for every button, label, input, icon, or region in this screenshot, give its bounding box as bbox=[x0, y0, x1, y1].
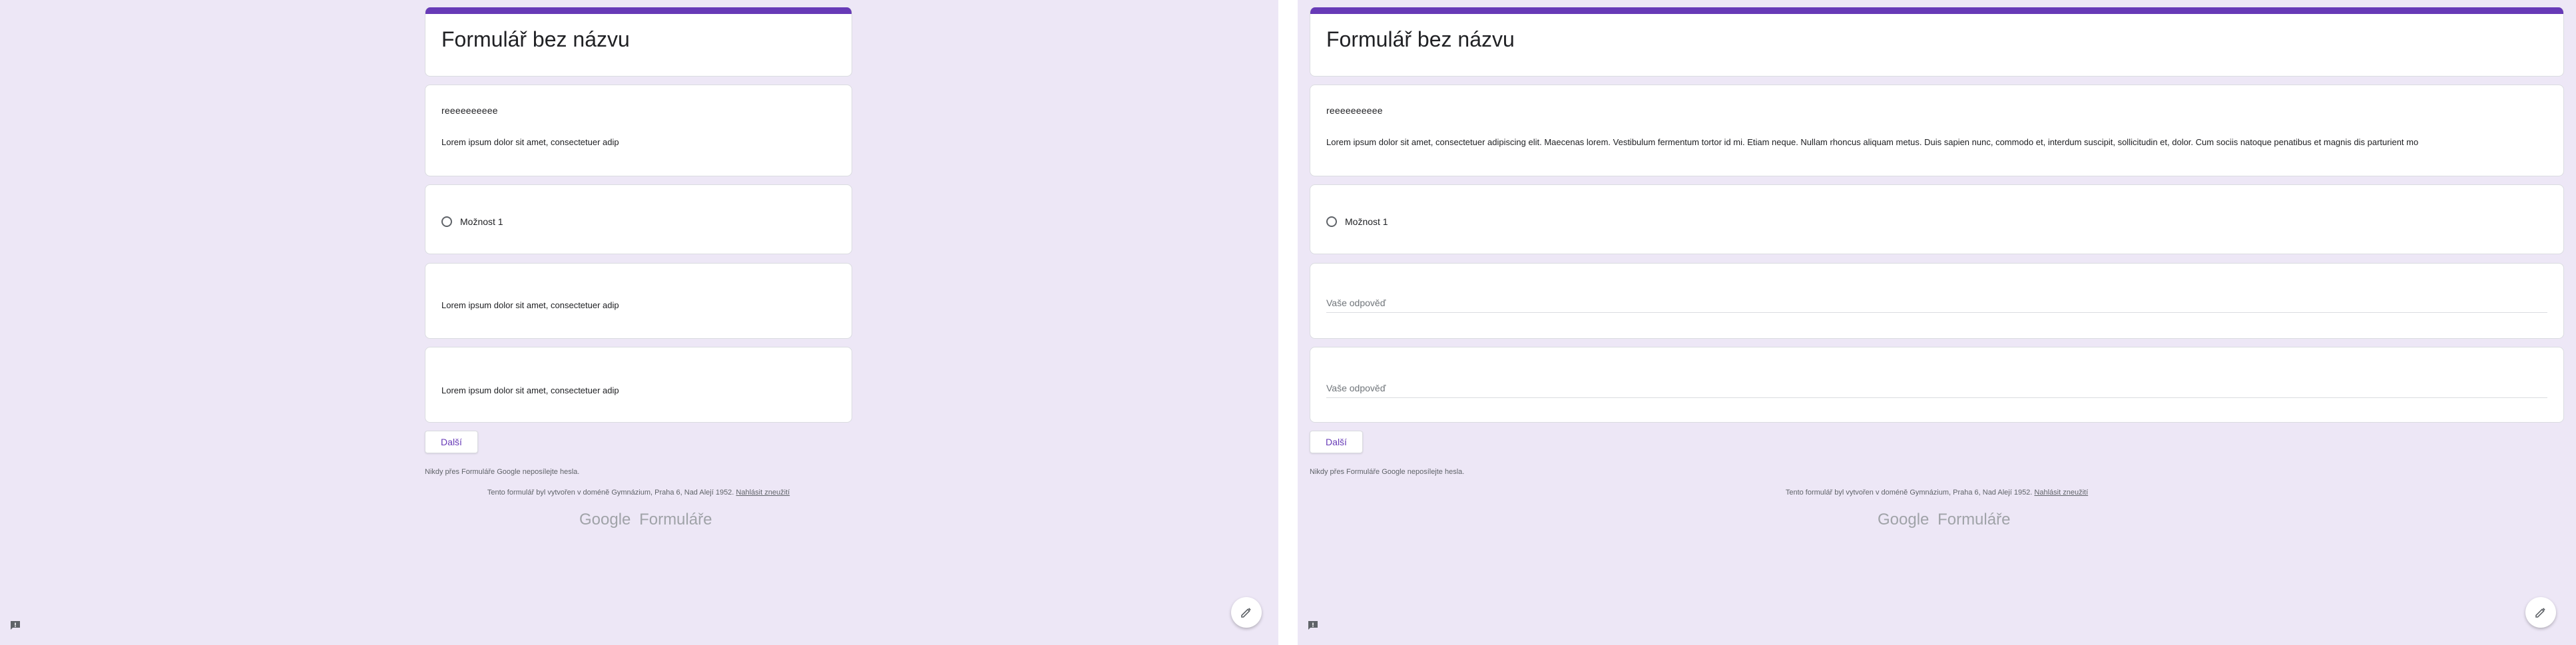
footer-text-line: Tento formulář byl vytvořen v doméně Gym… bbox=[1310, 489, 2564, 497]
google-forms-logo: Google Formuláře bbox=[1878, 511, 2010, 529]
radio-option-1[interactable]: Možnost 1 bbox=[1326, 216, 1388, 227]
edit-fab[interactable] bbox=[2525, 597, 2556, 628]
report-abuse-link[interactable]: Nahlásit zneužití bbox=[2034, 489, 2088, 497]
logo-forms: Formuláře bbox=[639, 511, 712, 529]
form-title-card: Formulář bez názvu bbox=[1310, 7, 2564, 77]
form-title: Formulář bez názvu bbox=[441, 27, 630, 51]
answer-input[interactable] bbox=[1326, 379, 2547, 398]
footer-text-line: Tento formulář byl vytvořen v doméně Gym… bbox=[425, 489, 852, 497]
footer-text: Tento formulář byl vytvořen v doméně Gym… bbox=[1785, 489, 2033, 497]
question-card-description: reeeeeeeeee Lorem ipsum dolor sit amet, … bbox=[1310, 85, 2564, 176]
logo-forms: Formuláře bbox=[1937, 511, 2011, 529]
password-note: Nikdy přes Formuláře Google neposílejte … bbox=[425, 468, 580, 476]
next-button[interactable]: Další bbox=[425, 431, 478, 453]
pencil-icon bbox=[1241, 608, 1251, 618]
password-note: Nikdy přes Formuláře Google neposílejte … bbox=[1310, 468, 1465, 476]
question-card-description: reeeeeeeeee Lorem ipsum dolor sit amet, … bbox=[425, 85, 852, 176]
title-accent-bar bbox=[425, 7, 852, 14]
pencil-icon bbox=[2535, 608, 2545, 618]
form-title: Formulář bez názvu bbox=[1326, 27, 1515, 51]
question-card-text-1 bbox=[1310, 263, 2564, 339]
question-description: Lorem ipsum dolor sit amet, consectetuer… bbox=[441, 385, 619, 395]
report-abuse-link[interactable]: Nahlásit zneužití bbox=[736, 489, 790, 497]
feedback-icon[interactable] bbox=[1306, 618, 1320, 633]
answer-input[interactable] bbox=[1326, 294, 2547, 313]
question-description: Lorem ipsum dolor sit amet, consectetuer… bbox=[1326, 137, 2419, 147]
feedback-icon[interactable] bbox=[8, 618, 23, 633]
title-accent-bar bbox=[1310, 7, 2563, 14]
form-pane-left: Formulář bez názvu reeeeeeeeee Lorem ips… bbox=[0, 0, 1278, 645]
logo-google: Google bbox=[1878, 511, 1930, 529]
pane-divider bbox=[1278, 0, 1298, 645]
google-forms-logo: Google Formuláře bbox=[579, 511, 712, 529]
question-card-text-2: Lorem ipsum dolor sit amet, consectetuer… bbox=[425, 347, 852, 423]
radio-circle[interactable] bbox=[441, 216, 452, 227]
question-title: reeeeeeeeee bbox=[1326, 105, 1383, 116]
radio-option-label: Možnost 1 bbox=[1345, 216, 1388, 227]
question-card-radio: Možnost 1 bbox=[1310, 184, 2564, 254]
footer-text: Tento formulář byl vytvořen v doméně Gym… bbox=[487, 489, 734, 497]
question-title: reeeeeeeeee bbox=[441, 105, 498, 116]
question-card-radio: Možnost 1 bbox=[425, 184, 852, 254]
question-description: Lorem ipsum dolor sit amet, consectetuer… bbox=[441, 137, 619, 147]
radio-option-label: Možnost 1 bbox=[460, 216, 503, 227]
radio-option-1[interactable]: Možnost 1 bbox=[441, 216, 503, 227]
logo-google: Google bbox=[579, 511, 631, 529]
edit-fab[interactable] bbox=[1231, 597, 1262, 628]
question-card-text-1: Lorem ipsum dolor sit amet, consectetuer… bbox=[425, 263, 852, 339]
form-pane-right: Formulář bez názvu reeeeeeeeee Lorem ips… bbox=[1298, 0, 2576, 645]
question-card-text-2 bbox=[1310, 347, 2564, 423]
next-button[interactable]: Další bbox=[1310, 431, 1363, 453]
form-title-card: Formulář bez názvu bbox=[425, 7, 852, 77]
radio-circle[interactable] bbox=[1326, 216, 1337, 227]
question-description: Lorem ipsum dolor sit amet, consectetuer… bbox=[441, 300, 619, 310]
